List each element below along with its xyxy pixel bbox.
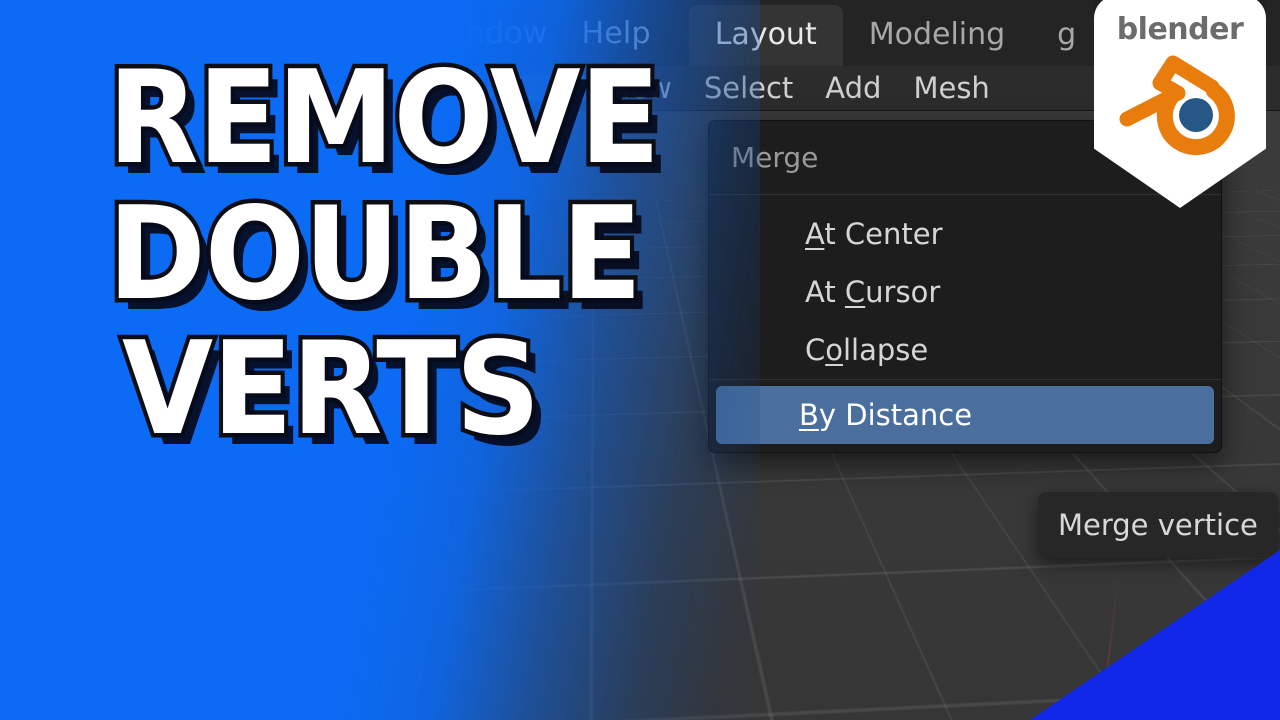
menu-item-collapse-accel: o — [825, 333, 843, 367]
menu-item-at-cursor[interactable]: At Cursor — [715, 263, 1215, 321]
tooltip: Merge vertice — [1038, 492, 1278, 558]
blender-logo-icon — [1116, 49, 1244, 165]
menu-item-at-center[interactable]: At Center — [715, 205, 1215, 263]
title-line-1: REMOVE — [104, 44, 665, 193]
menu-item-by-distance-label: y Distance — [818, 398, 973, 432]
title-line-3: VERTS — [118, 315, 545, 465]
viewport-menu-mesh[interactable]: Mesh — [913, 71, 989, 105]
menu-item-at-cursor-label-post: ursor — [865, 275, 941, 309]
viewport-menu-select[interactable]: Select — [704, 71, 793, 105]
menu-divider-bottom — [709, 379, 1221, 380]
menu-item-collapse-label-post: llapse — [843, 333, 929, 367]
menu-item-at-center-label: t Center — [824, 217, 943, 251]
menu-item-collapse-label-pre: C — [805, 333, 826, 367]
merge-menu-items: At Center At Cursor Collapse — [709, 195, 1221, 379]
menu-item-at-center-accel: A — [805, 217, 825, 251]
menu-item-collapse[interactable]: Collapse — [715, 321, 1215, 379]
title-line-2: DOUBLE — [104, 179, 646, 329]
menu-item-at-cursor-label-pre: At — [805, 275, 845, 309]
workspace-tabs: Layout Modeling g — [688, 0, 1103, 66]
blender-wordmark: blender — [1116, 12, 1244, 47]
workspace-tab-modeling[interactable]: Modeling — [843, 5, 1031, 66]
menu-item-by-distance[interactable]: By Distance — [716, 386, 1214, 444]
tooltip-text: Merge vertice — [1058, 508, 1258, 542]
menu-item-at-cursor-accel: C — [844, 275, 866, 309]
workspace-tab-layout[interactable]: Layout — [688, 5, 843, 66]
menu-item-by-distance-accel: B — [799, 398, 819, 432]
workspace-tab-sculpting[interactable]: g — [1031, 5, 1102, 66]
thumbnail-title: REMOVE DOUBLE VERTS — [104, 44, 708, 465]
thumbnail-canvas: rspective Render Window Help Layout Mode… — [0, 0, 1280, 720]
viewport-menu-add[interactable]: Add — [825, 71, 881, 105]
